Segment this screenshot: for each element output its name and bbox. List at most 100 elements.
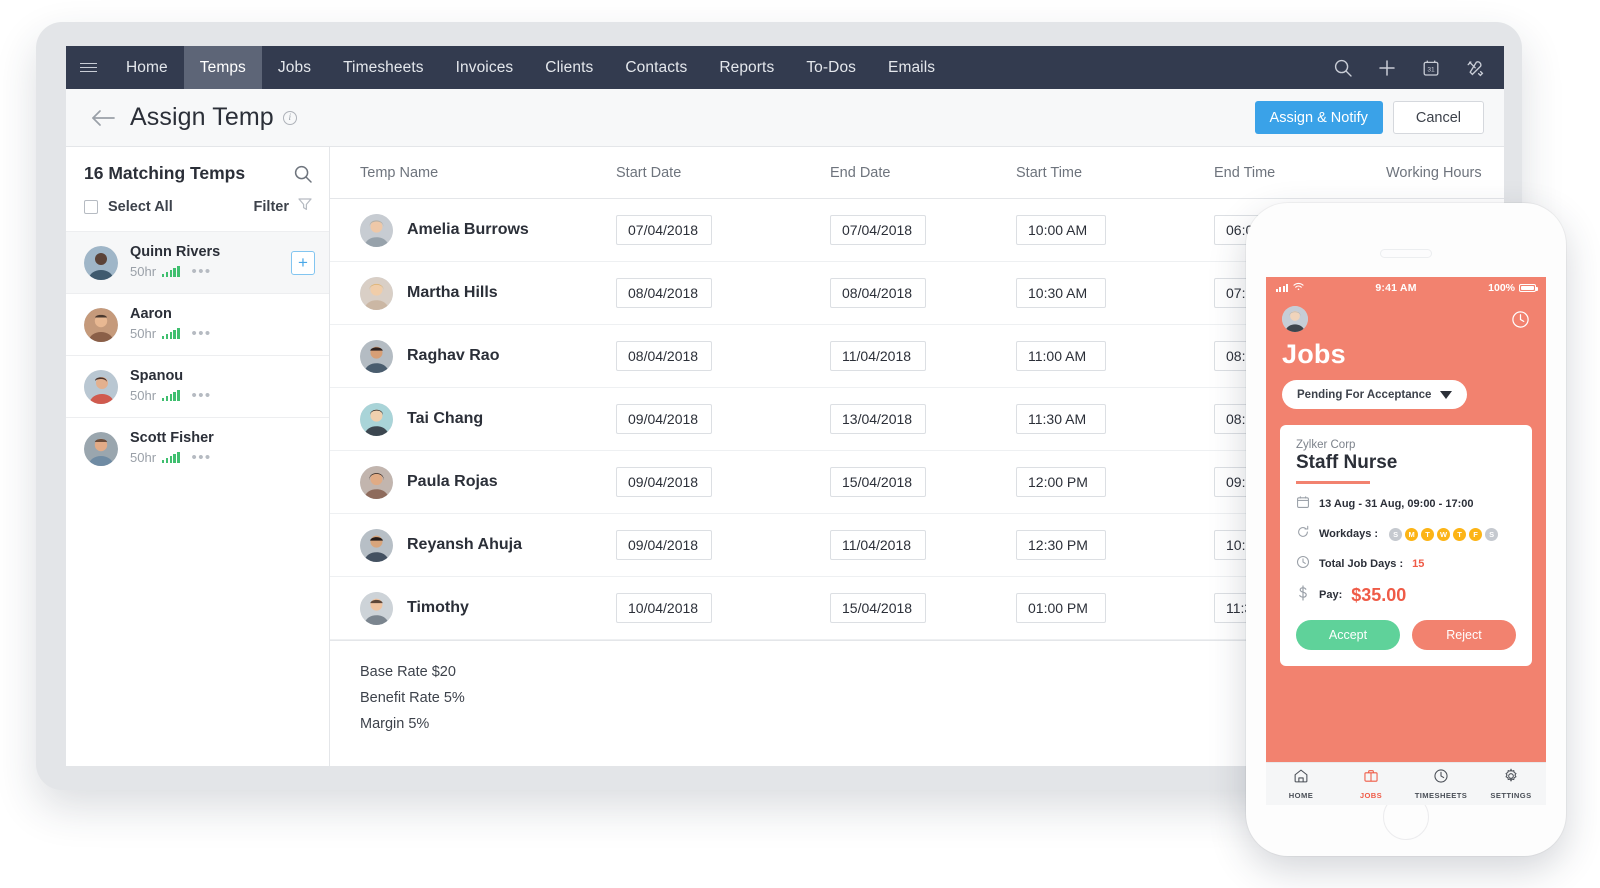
column-header-end-time: End Time [1214, 164, 1276, 181]
gear-icon [1503, 768, 1519, 789]
nav-label: Emails [888, 58, 936, 76]
job-pay-label: Pay: [1319, 589, 1343, 601]
nav-item-jobs[interactable]: Jobs [262, 46, 327, 89]
job-total-days-line: Total Job Days : 15 [1296, 555, 1516, 574]
start-date-field[interactable]: 09/04/2018 [616, 530, 712, 560]
nav-item-clients[interactable]: Clients [529, 46, 609, 89]
end-date-field[interactable]: 13/04/2018 [830, 404, 926, 434]
cell-start-time: 01:00 PM [1016, 593, 1214, 623]
nav-item-reports[interactable]: Reports [703, 46, 790, 89]
assign-and-notify-button[interactable]: Assign & Notify [1254, 101, 1383, 134]
temp-name: Reyansh Ahuja [407, 536, 522, 553]
nav-label: Home [126, 58, 168, 76]
sidebar-temp-scott-fisher[interactable]: Scott Fisher 50hr ••• [66, 417, 329, 479]
nav-label: Invoices [455, 58, 514, 76]
start-time-field[interactable]: 12:30 PM [1016, 530, 1106, 560]
plus-icon[interactable] [1376, 57, 1398, 79]
nav-label: Jobs [277, 58, 312, 76]
nav-item-invoices[interactable]: Invoices [440, 46, 530, 89]
hamburger-menu-icon[interactable] [66, 46, 110, 89]
start-date-field[interactable]: 09/04/2018 [616, 467, 712, 497]
start-time-field[interactable]: 11:30 AM [1016, 404, 1106, 434]
start-date-field[interactable]: 10/04/2018 [616, 593, 712, 623]
column-header-start-time: Start Time [1016, 164, 1083, 181]
calendar-icon[interactable]: 31 [1420, 57, 1442, 79]
avatar [84, 245, 118, 280]
history-clock-icon[interactable] [1511, 310, 1530, 329]
temp-info: Scott Fisher 50hr ••• [130, 430, 214, 467]
temp-info: Spanou 50hr ••• [130, 367, 212, 405]
temp-info: Quinn Rivers 50hr ••• [130, 244, 220, 281]
column-header-start-date: Start Date [616, 164, 682, 181]
cancel-button[interactable]: Cancel [1392, 101, 1484, 134]
temp-hours: 50hr [130, 388, 157, 404]
sidebar-temp-aaron[interactable]: Aaron 50hr ••• [66, 293, 329, 355]
sidebar-temp-spanou[interactable]: Spanou 50hr ••• [66, 355, 329, 417]
start-date-field[interactable]: 08/04/2018 [616, 341, 712, 371]
avatar [84, 369, 118, 404]
cell-start-time: 11:30 AM [1016, 404, 1214, 434]
temp-name: Spanou [130, 367, 184, 384]
end-date-field[interactable]: 07/04/2018 [830, 215, 926, 245]
tab-home[interactable]: HOME [1266, 768, 1336, 800]
cell-start-time: 12:00 PM [1016, 467, 1214, 497]
start-time-field[interactable]: 11:00 AM [1016, 341, 1106, 371]
tools-icon[interactable] [1464, 57, 1486, 79]
tab-settings[interactable]: SETTINGS [1476, 768, 1546, 800]
job-pay-value: $35.00 [1351, 584, 1407, 605]
nav-item-temps[interactable]: Temps [183, 46, 262, 89]
wifi-icon [1293, 282, 1304, 294]
nav-item-emails[interactable]: Emails [872, 46, 951, 89]
nav-label: To-Dos [806, 58, 857, 76]
nav-item-todos[interactable]: To-Dos [790, 46, 872, 89]
end-date-field[interactable]: 11/04/2018 [830, 341, 926, 371]
end-date-field[interactable]: 15/04/2018 [830, 467, 926, 497]
filter-pill-label: Pending For Acceptance [1297, 388, 1432, 401]
nav-item-home[interactable]: Home [110, 46, 184, 89]
start-date-field[interactable]: 08/04/2018 [616, 278, 712, 308]
start-time-field[interactable]: 12:00 PM [1016, 467, 1106, 497]
start-time-field[interactable]: 10:30 AM [1016, 278, 1106, 308]
cell-start-date: 09/04/2018 [616, 404, 830, 434]
reject-button[interactable]: Reject [1412, 619, 1516, 650]
start-time-field[interactable]: 01:00 PM [1016, 593, 1106, 623]
tab-jobs[interactable]: JOBS [1336, 768, 1406, 800]
temp-more-options-icon[interactable]: ••• [192, 325, 212, 342]
status-filter-dropdown[interactable]: Pending For Acceptance [1282, 380, 1468, 409]
cell-start-date: 10/04/2018 [616, 593, 830, 623]
user-avatar[interactable] [1282, 306, 1308, 332]
sidebar-temp-quinn-rivers[interactable]: Quinn Rivers 50hr ••• + [66, 231, 329, 293]
sidebar-search-icon[interactable] [293, 164, 313, 184]
status-right: 100% [1488, 282, 1538, 294]
start-time-field[interactable]: 10:00 AM [1016, 215, 1106, 245]
job-company: Zylker Corp [1296, 439, 1356, 451]
job-role: Staff Nurse [1296, 452, 1398, 473]
temp-hours: 50hr [130, 326, 157, 342]
end-date-field[interactable]: 15/04/2018 [830, 593, 926, 623]
filter-control[interactable]: Filter [254, 196, 313, 217]
nav-item-contacts[interactable]: Contacts [609, 46, 703, 89]
start-date-field[interactable]: 07/04/2018 [616, 215, 712, 245]
search-icon[interactable] [1332, 57, 1354, 79]
select-all-checkbox[interactable] [84, 199, 98, 214]
cell-end-date: 08/04/2018 [830, 278, 1016, 308]
temp-more-options-icon[interactable]: ••• [192, 449, 212, 466]
nav-item-timesheets[interactable]: Timesheets [327, 46, 440, 89]
temp-name: Timothy [407, 599, 469, 616]
cell-start-time: 10:00 AM [1016, 215, 1214, 245]
job-total-days-label: Total Job Days : [1319, 558, 1404, 570]
temp-name: Martha Hills [407, 284, 498, 301]
phone-header-row [1282, 306, 1530, 332]
back-arrow-icon[interactable] [90, 109, 116, 127]
temp-more-options-icon[interactable]: ••• [192, 387, 212, 404]
cell-temp-name: Raghav Rao [360, 339, 616, 373]
temp-meta: 50hr ••• [130, 449, 214, 466]
tab-timesheets[interactable]: TIMESHEETS [1406, 768, 1476, 800]
start-date-field[interactable]: 09/04/2018 [616, 404, 712, 434]
add-temp-button[interactable]: + [291, 250, 315, 275]
accept-button[interactable]: Accept [1296, 619, 1400, 650]
info-icon[interactable]: i [282, 110, 297, 125]
end-date-field[interactable]: 08/04/2018 [830, 278, 926, 308]
temp-more-options-icon[interactable]: ••• [192, 263, 212, 280]
end-date-field[interactable]: 11/04/2018 [830, 530, 926, 560]
